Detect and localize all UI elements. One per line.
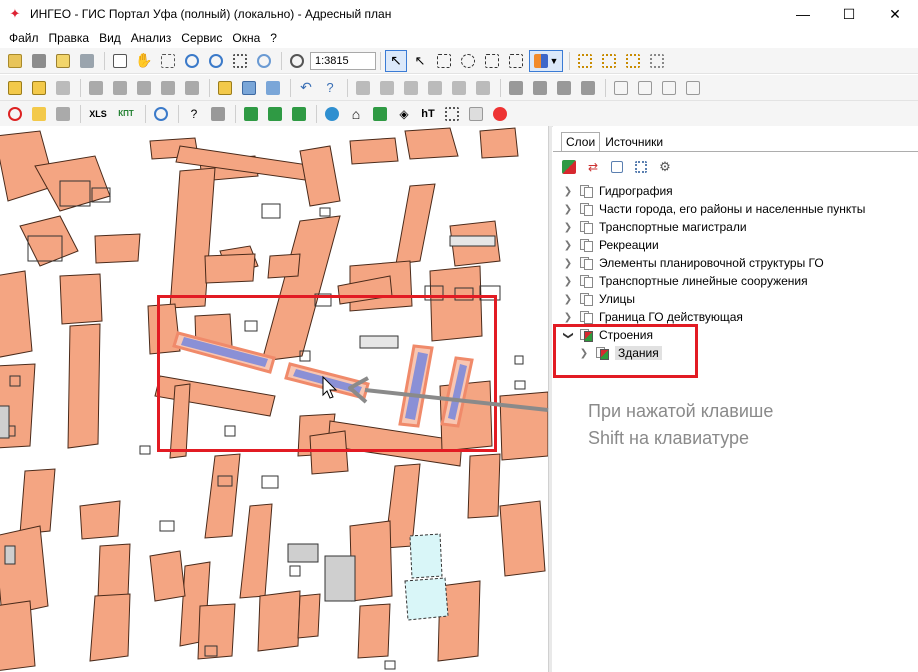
annotation-text: При нажатой клавише Shift на клавиатуре: [588, 398, 848, 452]
annotation-line-2: Shift на клавиатуре: [588, 428, 750, 448]
annotation-arrow: [348, 376, 549, 412]
annotation-line-1: При нажатой клавише: [588, 401, 774, 421]
